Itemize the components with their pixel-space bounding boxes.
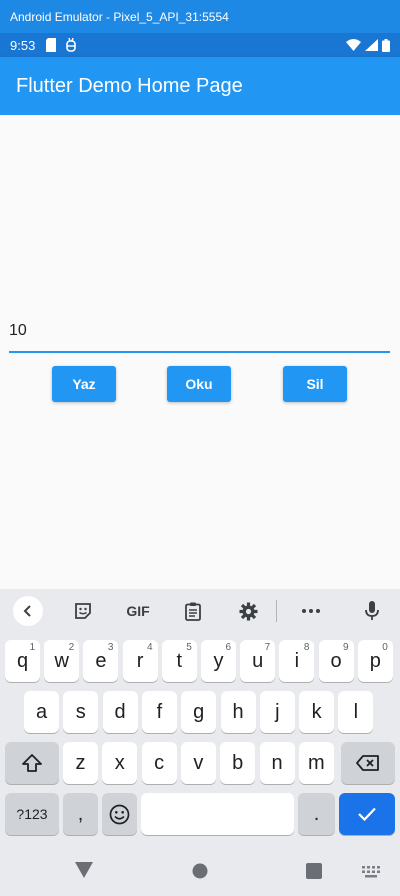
clipboard-icon xyxy=(185,602,202,621)
key-label: u xyxy=(252,649,264,672)
sd-card-icon xyxy=(46,38,57,52)
key-label: t xyxy=(176,649,183,672)
backspace-icon xyxy=(356,755,379,771)
key-number-hint: 7 xyxy=(264,642,271,653)
key-l[interactable]: l xyxy=(338,691,374,733)
key-e[interactable]: e3 xyxy=(83,640,119,682)
voice-input-button[interactable] xyxy=(345,589,400,633)
key-b[interactable]: b xyxy=(220,742,256,784)
key-s[interactable]: s xyxy=(63,691,99,733)
comma-key[interactable]: , xyxy=(63,793,98,835)
key-q[interactable]: q1 xyxy=(5,640,40,682)
debug-icon xyxy=(66,38,77,52)
gear-icon xyxy=(239,602,258,620)
key-label: p xyxy=(369,649,381,672)
period-key[interactable]: . xyxy=(298,793,335,835)
navigation-bar xyxy=(0,846,400,896)
backspace-key[interactable] xyxy=(341,742,395,784)
more-options-button[interactable] xyxy=(277,589,345,633)
key-j[interactable]: j xyxy=(259,691,295,733)
main-content: Yaz Oku Sil xyxy=(0,115,400,589)
key-number-hint: 0 xyxy=(382,642,388,653)
number-input[interactable] xyxy=(9,311,390,351)
emoji-key[interactable] xyxy=(102,793,137,835)
key-label: q xyxy=(16,649,29,672)
key-c[interactable]: c xyxy=(141,742,177,784)
key-label: w xyxy=(54,649,69,672)
key-number-hint: 8 xyxy=(303,642,310,653)
symbols-key[interactable]: ?123 xyxy=(5,793,59,835)
space-key[interactable] xyxy=(141,793,294,835)
key-z[interactable]: z xyxy=(63,742,98,784)
key-d[interactable]: d xyxy=(102,691,138,733)
key-label: e xyxy=(95,649,107,672)
battery-icon xyxy=(382,38,390,52)
key-x[interactable]: x xyxy=(102,742,138,784)
emulator-title-bar: Android Emulator - Pixel_5_API_31:5554 xyxy=(0,0,400,33)
key-number-hint: 2 xyxy=(68,642,75,653)
keyboard-back-button[interactable] xyxy=(0,589,55,633)
page-title: Flutter Demo Home Page xyxy=(16,74,243,97)
key-number-hint: 1 xyxy=(29,642,35,653)
key-v[interactable]: v xyxy=(180,742,216,784)
shift-icon xyxy=(22,754,42,772)
key-u[interactable]: u7 xyxy=(240,640,276,682)
square-icon xyxy=(306,863,322,879)
key-label: i xyxy=(294,649,300,672)
triangle-down-icon xyxy=(75,862,93,878)
key-number-hint: 6 xyxy=(225,642,231,653)
key-number-hint: 9 xyxy=(343,642,349,653)
sticker-icon xyxy=(74,603,91,619)
number-field xyxy=(9,311,390,353)
key-o[interactable]: o9 xyxy=(318,640,354,682)
key-h[interactable]: h xyxy=(220,691,256,733)
app-bar: Flutter Demo Home Page xyxy=(0,57,400,115)
key-label: r xyxy=(136,649,144,672)
key-number-hint: 3 xyxy=(107,642,114,653)
key-k[interactable]: k xyxy=(299,691,335,733)
checkmark-icon xyxy=(358,807,376,822)
key-t[interactable]: t5 xyxy=(161,640,197,682)
more-horizontal-icon xyxy=(301,609,320,613)
emoji-icon xyxy=(109,804,130,824)
keyboard-switch-button[interactable] xyxy=(362,865,380,883)
key-label: y xyxy=(213,649,224,672)
keyboard-toolbar: GIF xyxy=(0,589,400,633)
write-button[interactable]: Yaz xyxy=(52,366,116,402)
key-y[interactable]: y6 xyxy=(201,640,236,682)
clipboard-button[interactable] xyxy=(166,589,221,633)
key-f[interactable]: f xyxy=(141,691,177,733)
key-number-hint: 4 xyxy=(147,642,153,653)
key-w[interactable]: w2 xyxy=(44,640,80,682)
status-bar: 9:53 xyxy=(0,33,400,57)
nav-home-button[interactable] xyxy=(192,863,208,884)
read-button[interactable]: Oku xyxy=(167,366,231,402)
chevron-left-icon xyxy=(23,605,31,617)
enter-key[interactable] xyxy=(339,793,395,835)
circle-icon xyxy=(192,863,208,879)
status-time: 9:53 xyxy=(10,37,36,53)
key-m[interactable]: m xyxy=(298,742,334,784)
key-i[interactable]: i8 xyxy=(279,640,315,682)
nav-recents-button[interactable] xyxy=(306,863,322,884)
emulator-title: Android Emulator - Pixel_5_API_31:5554 xyxy=(10,9,229,24)
microphone-icon xyxy=(365,601,380,620)
nav-back-button[interactable] xyxy=(75,862,93,883)
wifi-icon xyxy=(346,39,361,51)
key-number-hint: 5 xyxy=(186,642,192,653)
delete-button[interactable]: Sil xyxy=(283,366,347,402)
settings-button[interactable] xyxy=(221,589,276,633)
key-n[interactable]: n xyxy=(259,742,295,784)
key-label: o xyxy=(330,649,342,672)
sticker-button[interactable] xyxy=(55,589,110,633)
key-g[interactable]: g xyxy=(181,691,217,733)
keyboard-icon xyxy=(362,866,380,878)
signal-icon xyxy=(365,39,378,51)
key-p[interactable]: p0 xyxy=(357,640,393,682)
shift-key[interactable] xyxy=(5,742,59,784)
key-r[interactable]: r4 xyxy=(122,640,158,682)
gif-button[interactable]: GIF xyxy=(110,589,165,633)
key-a[interactable]: a xyxy=(24,691,59,733)
